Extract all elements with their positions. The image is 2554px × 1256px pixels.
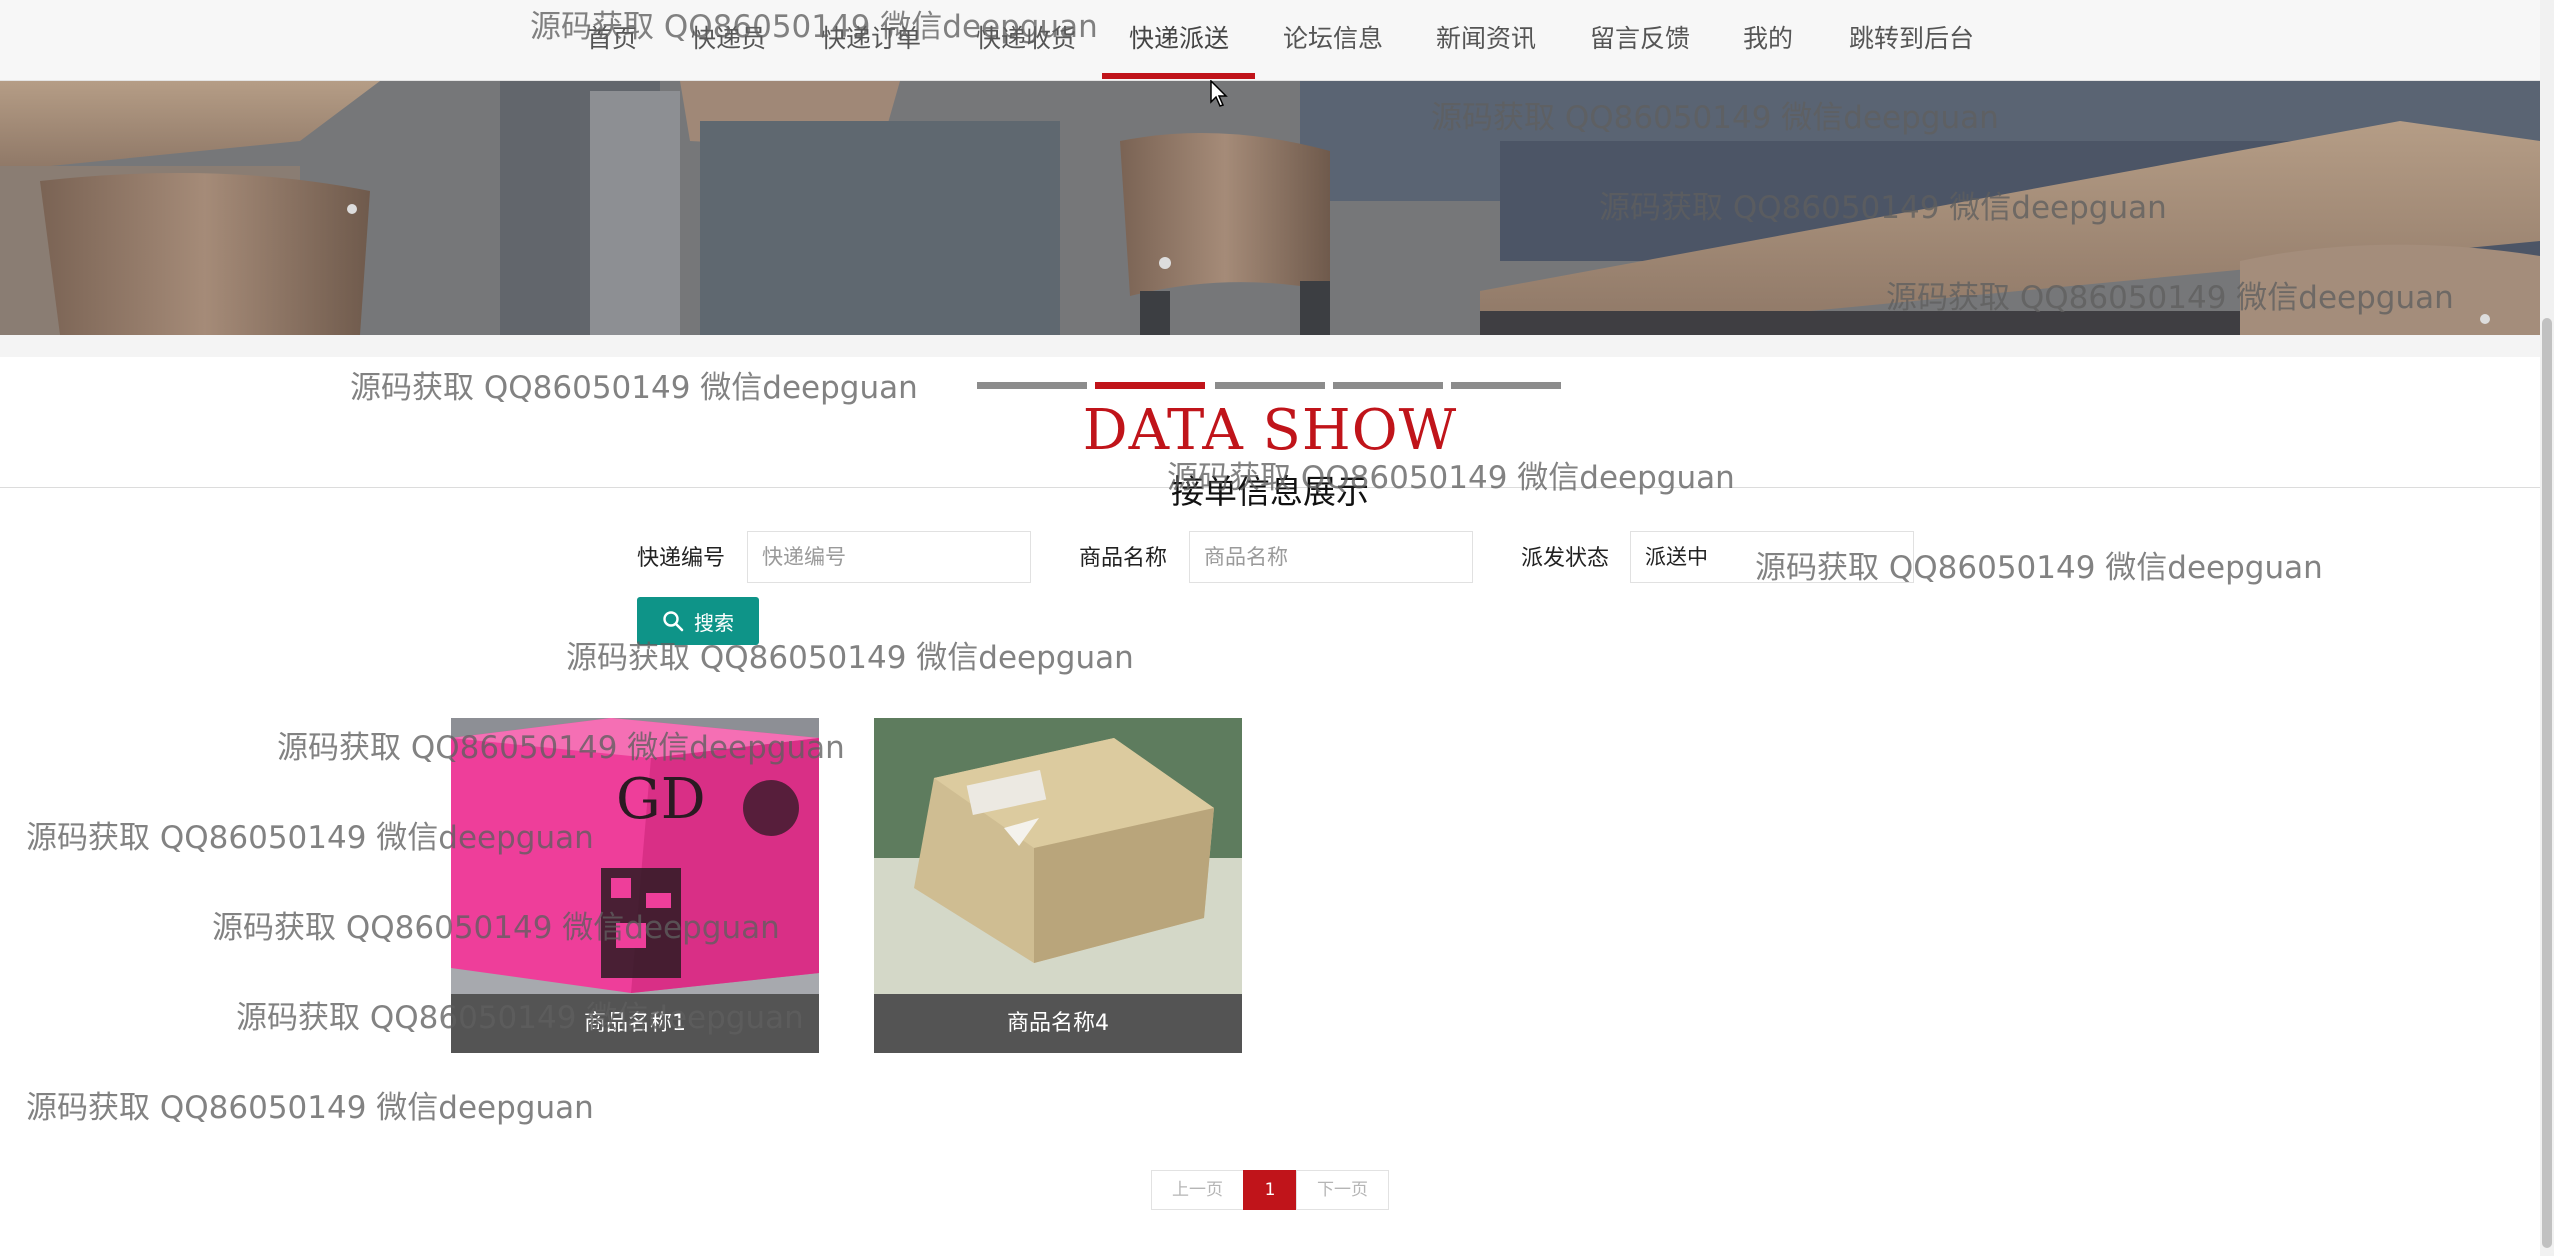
search-icon — [663, 611, 684, 632]
nav-item-mine[interactable]: 我的 — [1743, 0, 1793, 80]
banner-image — [0, 81, 2540, 335]
nav-item-orders[interactable]: 快递订单 — [821, 0, 921, 80]
product-name-input[interactable] — [1189, 531, 1473, 583]
carousel-dot-4[interactable] — [1333, 382, 1443, 389]
product-image-pink-box: GD — [451, 718, 819, 994]
section-subtitle: 接单信息展示 — [1171, 472, 1369, 511]
product-name: 商品名称4 — [874, 994, 1242, 1053]
page-number-button[interactable]: 1 — [1243, 1170, 1297, 1210]
prev-page-button[interactable]: 上一页 — [1151, 1170, 1244, 1210]
section-heading: DATA SHOW — [1082, 398, 1458, 463]
status-select[interactable]: 派送中 — [1630, 531, 1914, 583]
next-page-button[interactable]: 下一页 — [1296, 1170, 1389, 1210]
product-name-label: 商品名称 — [1079, 546, 1168, 571]
product-card[interactable]: 商品名称4 — [874, 718, 1242, 1053]
watermark-text: 源码获取 QQ86050149 微信deepguan — [26, 1090, 594, 1126]
mouse-cursor-icon — [1210, 80, 1228, 107]
search-button[interactable]: 搜索 — [637, 597, 759, 645]
nav-item-courier[interactable]: 快递员 — [691, 0, 766, 80]
code-input[interactable] — [747, 531, 1031, 583]
nav-item-delivery[interactable]: 快递派送 — [1129, 0, 1229, 80]
carousel-dot-3[interactable] — [1215, 382, 1325, 389]
nav-item-forum[interactable]: 论坛信息 — [1283, 0, 1383, 80]
active-nav-indicator — [1102, 73, 1255, 79]
product-image-cardboard-box — [874, 718, 1242, 994]
nav-item-admin[interactable]: 跳转到后台 — [1849, 0, 1974, 80]
nav-item-feedback[interactable]: 留言反馈 — [1590, 0, 1690, 80]
classroom-illustration — [0, 81, 2540, 335]
code-label: 快递编号 — [637, 546, 726, 571]
top-nav: 首页 快递员 快递订单 快递收货 快递派送 论坛信息 新闻资讯 留言反馈 我的 … — [0, 0, 2540, 81]
nav-item-receiving[interactable]: 快递收货 — [976, 0, 1076, 80]
nav-item-news[interactable]: 新闻资讯 — [1436, 0, 1536, 80]
carousel-dot-1[interactable] — [977, 382, 1087, 389]
nav-item-home[interactable]: 首页 — [587, 0, 637, 80]
status-label: 派发状态 — [1521, 546, 1610, 571]
banner-footer-strip — [0, 335, 2540, 357]
scrollbar-thumb[interactable] — [2542, 318, 2552, 1248]
svg-text:GD: GD — [616, 767, 706, 832]
carousel-dot-5[interactable] — [1451, 382, 1561, 389]
product-card[interactable]: GD 商品名称1 — [451, 718, 819, 1053]
product-name: 商品名称1 — [451, 994, 819, 1053]
search-button-label: 搜索 — [694, 610, 734, 635]
carousel-dot-2[interactable] — [1095, 382, 1205, 389]
